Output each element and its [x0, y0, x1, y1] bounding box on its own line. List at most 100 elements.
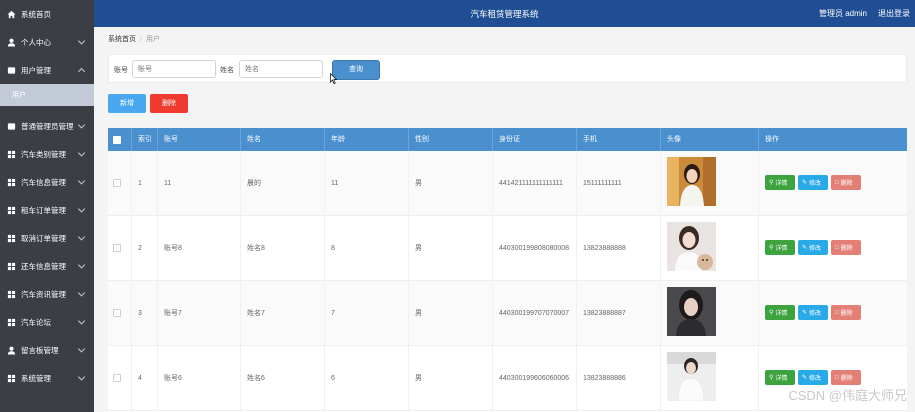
current-user: 管理员 admin — [818, 9, 867, 18]
sidebar: 系统首页 个人中心 用户管理 用户 普通管理员管理 汽车类别管理 汽车信息管理 … — [0, 0, 94, 412]
sidebar-item-car-info[interactable]: 汽车信息管理 — [0, 168, 94, 196]
home-icon — [7, 10, 16, 19]
name-label: 姓名 — [220, 67, 234, 74]
name-cell: 姓名8 — [241, 216, 325, 281]
gender-cell: 男 — [409, 151, 493, 216]
avatar — [667, 352, 716, 401]
row-actions: ⚲ 详情 ✎ 修改 □ 删除 — [765, 175, 861, 190]
detail-button[interactable]: ⚲ 详情 — [765, 175, 795, 190]
query-button[interactable]: 查询 — [332, 60, 380, 80]
breadcrumb-home[interactable]: 系统首页 — [108, 36, 136, 43]
grid-icon — [7, 318, 16, 327]
grid-icon — [7, 206, 16, 215]
phone-cell: 15111111111 — [577, 151, 661, 216]
avatar — [667, 157, 716, 206]
age-cell: 11 — [325, 151, 409, 216]
account-cell: 账号6 — [158, 346, 241, 411]
delete-label: 删除 — [840, 311, 853, 317]
delete-button[interactable]: □ 删除 — [831, 240, 861, 255]
column-header: 头像 — [661, 128, 759, 151]
sidebar-item-profile[interactable]: 个人中心 — [0, 28, 94, 56]
pencil-icon: ✎ — [802, 245, 808, 251]
select-all-checkbox[interactable] — [113, 136, 121, 144]
account-cell: 账号7 — [158, 281, 241, 346]
logout-link[interactable]: 退出登录 — [878, 8, 910, 19]
edit-label: 修改 — [809, 376, 822, 382]
delete-button[interactable]: □ 删除 — [831, 370, 861, 385]
row-checkbox[interactable] — [113, 309, 121, 317]
chevron-down-icon — [77, 289, 86, 297]
sidebar-item-label: 系统管理 — [21, 373, 51, 383]
id-card-cell: 440300199606060006 — [493, 346, 577, 411]
column-header: 身份证 — [493, 128, 577, 151]
delete-button[interactable]: □ 删除 — [831, 175, 861, 190]
table-header: 索引 账号 姓名 年龄 性别 身份证 手机 头像 操作 — [108, 128, 907, 151]
batch-delete-button[interactable]: 删除 — [150, 94, 188, 113]
row-checkbox[interactable] — [113, 179, 121, 187]
breadcrumb-current: 用户 — [145, 36, 160, 43]
chevron-down-icon — [77, 261, 86, 269]
account-label: 账号 — [114, 67, 128, 74]
phone-cell: 13823888887 — [577, 281, 661, 346]
user-icon — [7, 38, 16, 47]
watermark: CSDN @伟庭大师兄 — [788, 388, 907, 403]
user-icon — [7, 346, 16, 355]
gender-cell: 男 — [409, 346, 493, 411]
name-search-input[interactable] — [239, 60, 323, 78]
sidebar-item-home[interactable]: 系统首页 — [0, 0, 94, 28]
phone-cell: 13823888886 — [577, 346, 661, 411]
chevron-down-icon — [77, 149, 86, 157]
account-cell: 账号8 — [158, 216, 241, 281]
sidebar-item-label: 汽车资讯管理 — [21, 289, 66, 299]
chevron-down-icon — [77, 205, 86, 213]
sidebar-item-users[interactable]: 用户管理 — [0, 56, 94, 84]
row-checkbox[interactable] — [113, 374, 121, 382]
detail-button[interactable]: ⚲ 详情 — [765, 240, 795, 255]
edit-button[interactable]: ✎ 修改 — [798, 175, 828, 190]
sidebar-item-system[interactable]: 系统管理 — [0, 364, 94, 392]
sidebar-item-news[interactable]: 汽车资讯管理 — [0, 280, 94, 308]
sidebar-subitem-users[interactable]: 用户 — [0, 84, 94, 106]
column-header: 姓名 — [241, 128, 325, 151]
account-search-input[interactable] — [132, 60, 216, 78]
delete-button[interactable]: □ 删除 — [831, 305, 861, 320]
pencil-icon: ✎ — [802, 375, 808, 381]
edit-button[interactable]: ✎ 修改 — [798, 240, 828, 255]
row-checkbox[interactable] — [113, 244, 121, 252]
sidebar-item-admins[interactable]: 普通管理员管理 — [0, 112, 94, 140]
name-cell: 姓名6 — [241, 346, 325, 411]
edit-button[interactable]: ✎ 修改 — [798, 370, 828, 385]
sidebar-item-car-categories[interactable]: 汽车类别管理 — [0, 140, 94, 168]
sidebar-item-returns[interactable]: 还车信息管理 — [0, 252, 94, 280]
sidebar-item-cancel-orders[interactable]: 取消订单管理 — [0, 224, 94, 252]
edit-button[interactable]: ✎ 修改 — [798, 305, 828, 320]
sidebar-item-label: 取消订单管理 — [21, 233, 66, 243]
select-cell — [108, 216, 132, 281]
search-icon: ⚲ — [769, 180, 774, 186]
gender-cell: 男 — [409, 216, 493, 281]
sidebar-item-forum[interactable]: 汽车论坛 — [0, 308, 94, 336]
sidebar-item-label: 汽车论坛 — [21, 317, 51, 327]
index-cell: 3 — [132, 281, 158, 346]
grid-icon — [7, 150, 16, 159]
list-icon — [7, 66, 16, 75]
avatar — [667, 287, 716, 336]
id-card-cell: 440300199707070007 — [493, 281, 577, 346]
grid-icon — [7, 374, 16, 383]
search-icon: ⚲ — [769, 310, 774, 316]
detail-button[interactable]: ⚲ 详情 — [765, 305, 795, 320]
users-table: 索引 账号 姓名 年龄 性别 身份证 手机 头像 操作 1 11 晨的 11 男… — [108, 128, 907, 412]
delete-label: 删除 — [840, 181, 853, 187]
sidebar-item-label: 用户管理 — [21, 65, 51, 75]
add-button[interactable]: 新增 — [108, 94, 146, 113]
grid-icon — [7, 234, 16, 243]
sidebar-item-rental-orders[interactable]: 租车订单管理 — [0, 196, 94, 224]
detail-button[interactable]: ⚲ 详情 — [765, 370, 795, 385]
column-header: 索引 — [132, 128, 158, 151]
age-cell: 8 — [325, 216, 409, 281]
table-row: 4 账号6 姓名6 6 男 440300199606060006 1382388… — [108, 346, 907, 411]
chevron-up-icon — [77, 67, 86, 76]
column-header: 操作 — [765, 136, 779, 143]
sidebar-item-messages[interactable]: 留言板管理 — [0, 336, 94, 364]
index-cell: 1 — [132, 151, 158, 216]
